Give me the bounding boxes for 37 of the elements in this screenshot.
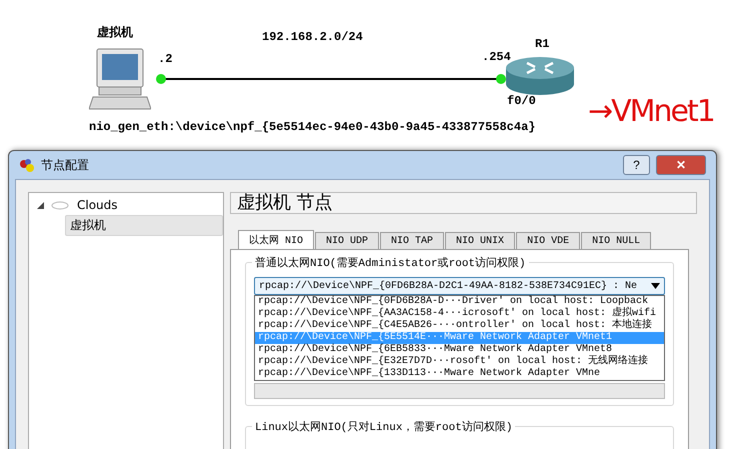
port-dot [156,74,166,84]
expand-arrow-icon[interactable] [37,202,44,208]
cloud-icon [51,200,69,210]
window-title: 节点配置 [41,156,90,174]
group-title: 普通以太网NIO(需要Administator或root访问权限) [252,255,529,270]
tab[interactable]: 以太网 NIO [238,230,314,249]
subnet-label: 192.168.2.0/24 [262,30,363,44]
tab[interactable]: NIO VDE [516,232,580,249]
tab[interactable]: NIO UNIX [445,232,516,249]
tab[interactable]: NIO UDP [315,232,380,249]
horizontal-scrollbar[interactable] [254,383,665,399]
dropdown-option[interactable]: rpcap://\Device\NPF_{6EB5833···Mware Network Adapter VMnet8 [255,344,664,356]
dropdown-option[interactable]: rpcap://\Device\NPF_{AA3AC158-4···icrosoft' on local host: 虚拟wifi [255,308,664,320]
dropdown-option[interactable]: rpcap://\Device\NPF_{0FD6B28A-D···Driver' on local host: Loopback [255,296,664,308]
close-button[interactable]: ✕ [656,155,706,175]
dropdown-option[interactable]: rpcap://\Device\NPF_{133D113···Mware Network Adapter VMne [255,368,664,380]
tree-item[interactable]: 虚拟机 [65,214,223,236]
host-label: 虚拟机 [97,24,133,41]
handwritten-annotation: →VMnet1 [588,94,714,129]
help-button[interactable]: ? [623,155,650,175]
port-label: .254 [482,50,511,64]
node-header: 虚拟机 节点 [230,192,697,214]
router-label: R1 [535,37,550,51]
group-title: Linux以太网NIO(只对Linux，需要root访问权限) [252,419,516,434]
tab[interactable]: NIO TAP [380,232,444,249]
nio-label: nio_gen_eth:\device\npf_{5e5514ec-94e0-43b0-9a45-433877558c4a} [89,120,536,134]
dropdown-arrow-icon[interactable] [651,283,660,289]
port-dot [496,74,506,84]
dropdown-option[interactable]: rpcap://\Device\NPF_{E32E7D7D···rosoft' on local host: 无线网络连接 [255,356,664,368]
interface-label: f0/0 [507,94,536,108]
app-icon [19,158,35,172]
dropdown-option[interactable]: rpcap://\Device\NPF_{C4E5AB26-···ontroller' on local host: 本地连接 [255,320,664,332]
computer-icon[interactable] [89,47,151,111]
port-label: .2 [158,52,172,66]
tab[interactable]: NIO NULL [581,232,652,249]
adapter-dropdown[interactable]: rpcap://\Device\NPF_{0FD6B28A-D2C1-49AA-8182-538E734C91EC} : Ne [254,277,665,295]
tree-item[interactable]: Clouds [73,197,223,213]
